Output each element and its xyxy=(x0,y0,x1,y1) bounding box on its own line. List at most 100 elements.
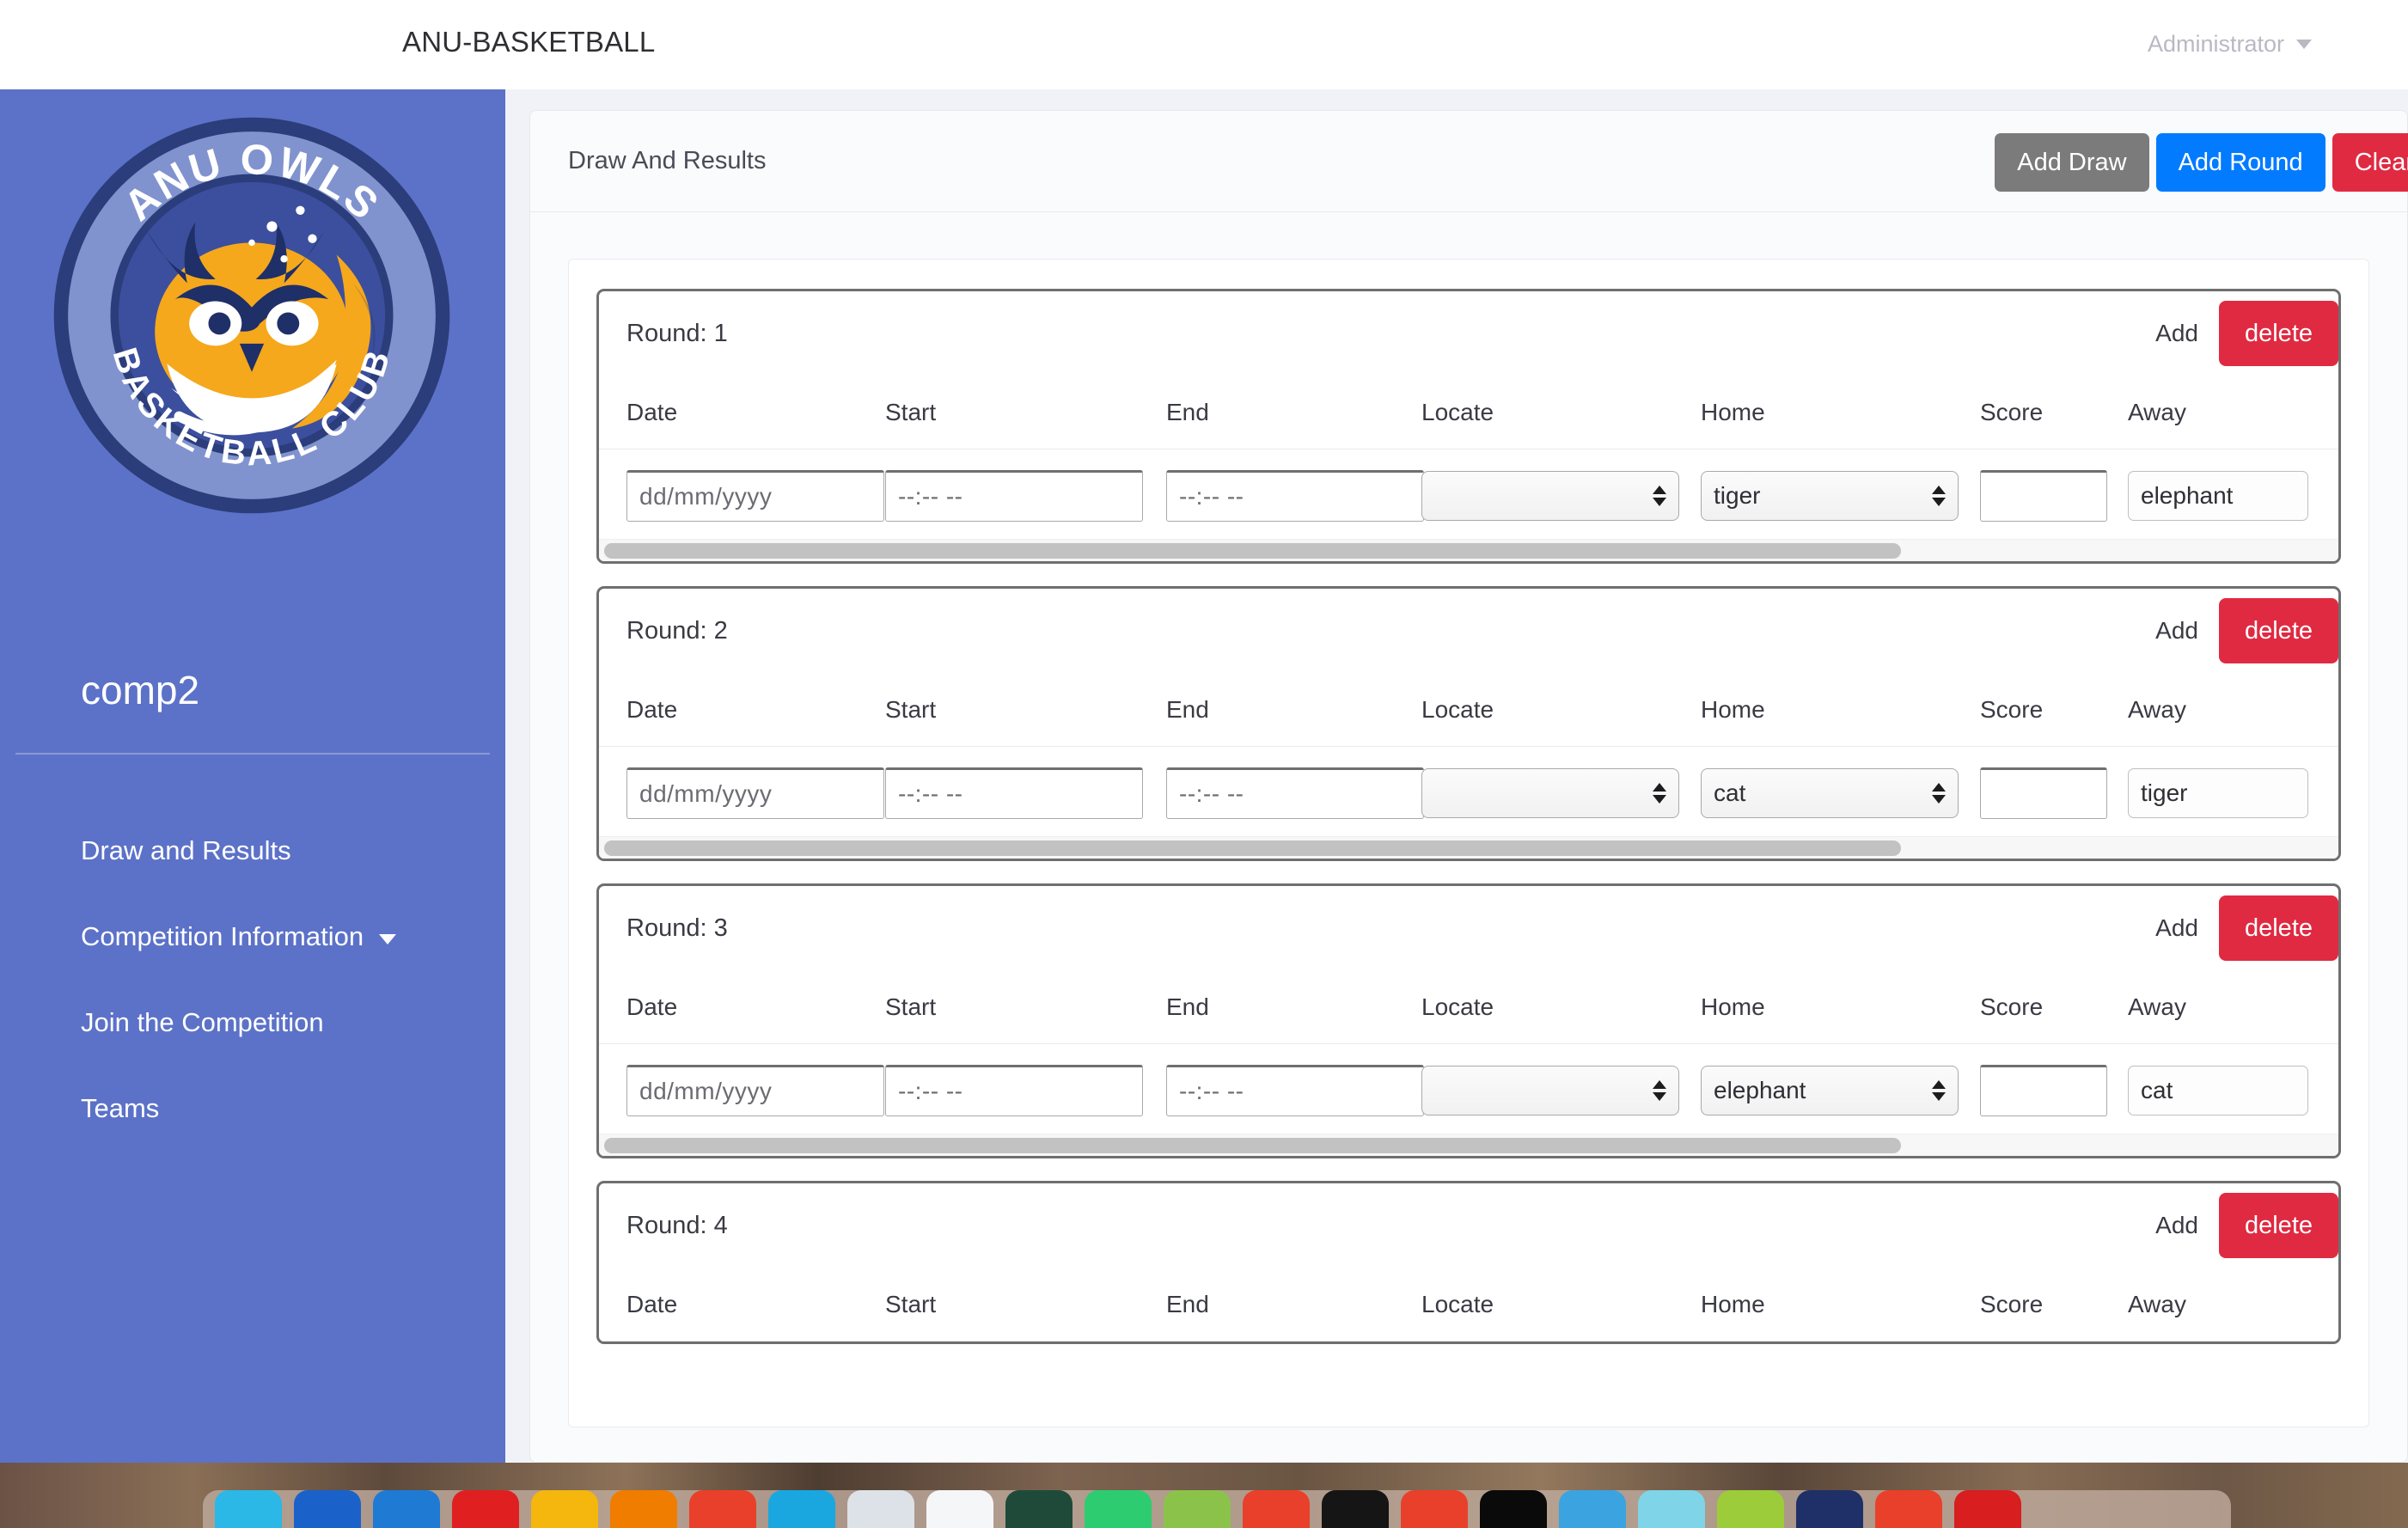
round-header: Round: 3 Add delete xyxy=(599,886,2338,970)
dock-app-icon-20[interactable] xyxy=(1796,1490,1863,1528)
end-time-input[interactable]: --:-- -- xyxy=(1166,470,1424,522)
dock-app-icon-18[interactable] xyxy=(1638,1490,1705,1528)
column-header-away: Away xyxy=(2128,993,2186,1020)
column-header-home: Home xyxy=(1701,993,1765,1020)
draw-results-panel: Draw And Results Add Draw Add Round Clea… xyxy=(529,110,2408,1463)
top-navbar: ANU-BASKETBALL Administrator xyxy=(0,0,2408,89)
select-arrows-icon xyxy=(1653,1080,1666,1101)
round-label: Round: 3 xyxy=(626,914,728,942)
sidebar-item-competition-information[interactable]: Competition Information xyxy=(0,894,505,980)
delete-round-button[interactable]: delete xyxy=(2218,598,2338,663)
dock-app-icon-0[interactable] xyxy=(215,1490,282,1528)
date-input[interactable]: dd/mm/yyyy xyxy=(626,1065,884,1116)
dock-app-icon-11[interactable] xyxy=(1085,1490,1152,1528)
column-header-away: Away xyxy=(2128,398,2186,425)
column-header-start: Start xyxy=(885,993,937,1020)
home-team-select[interactable]: cat xyxy=(1701,768,1959,818)
dock-app-icon-14[interactable] xyxy=(1322,1490,1389,1528)
round-column-headers: Date Start End Locate Home Score Away xyxy=(599,376,2338,449)
dock-app-icon-12[interactable] xyxy=(1164,1490,1231,1528)
dock-app-icon-21[interactable] xyxy=(1875,1490,1942,1528)
column-header-end: End xyxy=(1166,398,1209,425)
dock-app-icon-15[interactable] xyxy=(1401,1490,1468,1528)
column-header-home: Home xyxy=(1701,398,1765,425)
delete-round-button[interactable]: delete xyxy=(2218,1193,2338,1258)
end-time-input[interactable]: --:-- -- xyxy=(1166,1065,1424,1116)
home-team-select[interactable]: elephant xyxy=(1701,1066,1959,1115)
horizontal-scrollbar[interactable] xyxy=(599,1134,2338,1156)
away-team-select[interactable]: tiger xyxy=(2128,768,2308,818)
dock-app-icon-16[interactable] xyxy=(1480,1490,1547,1528)
dock-app-icon-3[interactable] xyxy=(452,1490,519,1528)
dock-app-icon-13[interactable] xyxy=(1243,1490,1310,1528)
column-header-start: Start xyxy=(885,1290,937,1317)
horizontal-scrollbar[interactable] xyxy=(599,836,2338,859)
add-draw-button[interactable]: Add Draw xyxy=(1995,133,2149,192)
date-input[interactable]: dd/mm/yyyy xyxy=(626,470,884,522)
add-game-link[interactable]: Add xyxy=(2155,1212,2219,1239)
start-time-input[interactable]: --:-- -- xyxy=(885,470,1143,522)
add-game-link[interactable]: Add xyxy=(2155,617,2219,645)
select-arrows-icon xyxy=(1653,486,1666,506)
game-row: dd/mm/yyyy --:-- -- --:-- -- tiger eleph… xyxy=(599,449,2338,539)
select-arrows-icon xyxy=(1932,486,1946,506)
home-team-value: tiger xyxy=(1714,482,1761,509)
dock-app-icon-4[interactable] xyxy=(531,1490,598,1528)
add-round-button[interactable]: Add Round xyxy=(2155,133,2325,192)
dock-app-icon-10[interactable] xyxy=(1005,1490,1073,1528)
dock-app-icon-1[interactable] xyxy=(294,1490,361,1528)
score-input[interactable] xyxy=(1980,1065,2107,1116)
end-time-input[interactable]: --:-- -- xyxy=(1166,767,1424,819)
round-header: Round: 2 Add delete xyxy=(599,589,2338,673)
start-time-input[interactable]: --:-- -- xyxy=(885,1065,1143,1116)
scrollbar-thumb[interactable] xyxy=(604,1138,1901,1153)
add-game-link[interactable]: Add xyxy=(2155,914,2219,942)
date-input[interactable]: dd/mm/yyyy xyxy=(626,767,884,819)
score-input[interactable] xyxy=(1980,767,2107,819)
add-game-link[interactable]: Add xyxy=(2155,320,2219,347)
app-brand-title: ANU-BASKETBALL xyxy=(402,26,656,58)
sidebar-item-draw-and-results[interactable]: Draw and Results xyxy=(0,808,505,894)
chevron-down-icon xyxy=(2296,40,2312,49)
locate-select[interactable] xyxy=(1421,1066,1679,1115)
dock-app-icon-5[interactable] xyxy=(610,1490,677,1528)
delete-round-button[interactable]: delete xyxy=(2218,301,2338,366)
panel-header: Draw And Results Add Draw Add Round Clea… xyxy=(530,111,2408,212)
column-header-start: Start xyxy=(885,695,937,723)
round-actions: Add delete xyxy=(2155,1183,2338,1268)
dock-app-icon-9[interactable] xyxy=(926,1490,993,1528)
user-menu-label: Administrator xyxy=(2147,31,2284,57)
locate-select[interactable] xyxy=(1421,471,1679,521)
away-team-value: cat xyxy=(2141,1077,2173,1103)
dock-app-icon-2[interactable] xyxy=(373,1490,440,1528)
dock-app-icon-17[interactable] xyxy=(1559,1490,1626,1528)
sidebar-item-join-the-competition[interactable]: Join the Competition xyxy=(0,980,505,1066)
away-team-select[interactable]: cat xyxy=(2128,1066,2308,1115)
dock-app-icon-7[interactable] xyxy=(768,1490,835,1528)
column-header-date: Date xyxy=(626,695,678,723)
sidebar-item-label: Draw and Results xyxy=(81,835,291,865)
column-header-locate: Locate xyxy=(1421,695,1494,723)
delete-round-button[interactable]: delete xyxy=(2218,895,2338,961)
clear-button[interactable]: Clear xyxy=(2332,133,2408,192)
locate-select[interactable] xyxy=(1421,768,1679,818)
round-actions: Add delete xyxy=(2155,589,2338,673)
scrollbar-thumb[interactable] xyxy=(604,840,1901,856)
home-team-select[interactable]: tiger xyxy=(1701,471,1959,521)
away-team-select[interactable]: elephant xyxy=(2128,471,2308,521)
home-team-value: elephant xyxy=(1714,1077,1806,1103)
sidebar-item-teams[interactable]: Teams xyxy=(0,1066,505,1152)
sidebar-item-label: Competition Information xyxy=(81,921,364,951)
dock-app-icon-6[interactable] xyxy=(689,1490,756,1528)
dock-app-icon-8[interactable] xyxy=(847,1490,914,1528)
horizontal-scrollbar[interactable] xyxy=(599,539,2338,561)
dock-app-icon-19[interactable] xyxy=(1717,1490,1784,1528)
sidebar-item-label: Join the Competition xyxy=(81,1007,324,1037)
dock-app-icon-22[interactable] xyxy=(1954,1490,2021,1528)
user-menu[interactable]: Administrator xyxy=(2148,31,2312,58)
scrollbar-thumb[interactable] xyxy=(604,543,1901,559)
start-time-input[interactable]: --:-- -- xyxy=(885,767,1143,819)
column-header-end: End xyxy=(1166,993,1209,1020)
score-input[interactable] xyxy=(1980,470,2107,522)
anu-owls-basketball-club-logo-svg: ANU OWLS BASKETBALL CLUB xyxy=(53,117,450,514)
